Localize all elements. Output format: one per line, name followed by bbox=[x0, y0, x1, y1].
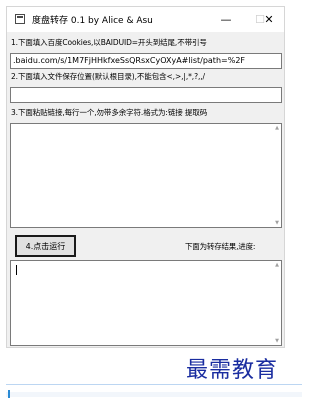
result-scroll-down-arrow-icon[interactable]: ▼ bbox=[274, 338, 280, 344]
footer-accent-mark bbox=[8, 390, 10, 398]
scroll-down-arrow-icon[interactable]: ▼ bbox=[274, 220, 280, 226]
cookies-label: 1.下面填入百度Cookies,以BAIDUID=开头到结尾,不带引号 bbox=[11, 38, 207, 47]
scroll-up-arrow-icon[interactable]: ▲ bbox=[274, 125, 280, 131]
window-title: 度盘转存 0.1 by Alice & Asu bbox=[32, 16, 153, 26]
status-label: 下面为转存结果,进度: bbox=[185, 242, 256, 251]
links-textarea[interactable]: ▲ ▼ bbox=[10, 123, 282, 228]
result-textarea[interactable]: ▲ ▼ bbox=[10, 260, 282, 346]
minimize-button[interactable]: — bbox=[209, 7, 243, 32]
divider bbox=[6, 384, 302, 385]
links-label: 3.下面粘贴链接,每行一个,勿带多余字符.格式为:链接 提取码 bbox=[11, 108, 208, 117]
close-button[interactable]: ✕ bbox=[252, 7, 286, 32]
title-bar[interactable]: 度盘转存 0.1 by Alice & Asu — ☐ ✕ bbox=[7, 7, 284, 32]
save-path-input[interactable] bbox=[10, 87, 282, 103]
save-path-label: 2.下面填入文件保存位置(默认根目录),不能包含<,>,|,*,?,,/ bbox=[11, 72, 205, 81]
app-icon bbox=[15, 14, 25, 24]
result-scroll-up-arrow-icon[interactable]: ▲ bbox=[274, 262, 280, 268]
app-window: 度盘转存 0.1 by Alice & Asu — ☐ ✕ 1.下面填入百度Co… bbox=[6, 6, 285, 348]
cookies-input[interactable]: .baidu.com/s/1M7FjHHkfxeSsQRsxCyOXyA#lis… bbox=[10, 53, 282, 69]
text-caret bbox=[16, 265, 17, 275]
footer-strip bbox=[6, 392, 302, 397]
watermark-logo: 最需教育 bbox=[186, 358, 279, 383]
run-button[interactable]: 4.点击运行 bbox=[15, 235, 76, 257]
